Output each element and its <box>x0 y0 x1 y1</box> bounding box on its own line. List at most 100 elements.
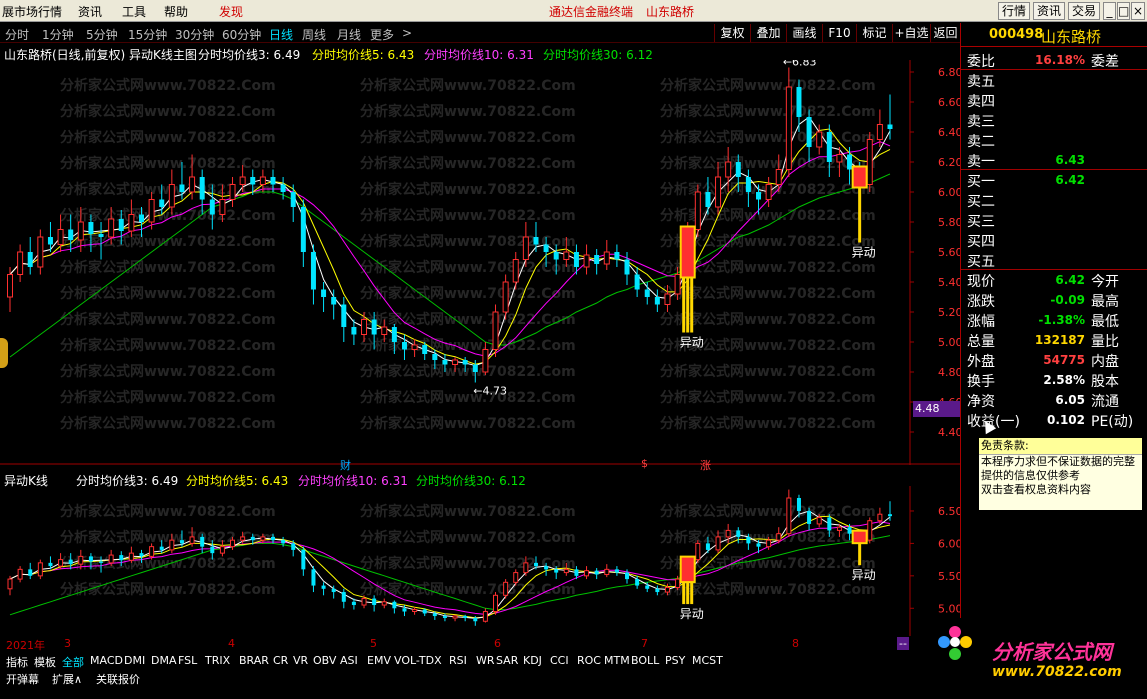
period-fenshi[interactable]: 分时 <box>5 26 29 43</box>
f10-button[interactable]: F10 <box>822 24 856 42</box>
maximize-button[interactable]: □ <box>1117 2 1130 20</box>
indicator-tab-trix[interactable]: TRIX <box>205 654 230 667</box>
expand-tab[interactable]: 扩展∧ <box>52 671 82 687</box>
candle-body <box>159 546 164 550</box>
chevron-right-icon[interactable]: > <box>402 26 412 40</box>
logo-text: 分析家公式网 <box>992 640 1112 664</box>
watermark-text: 分析家公式网www.70822.Com <box>360 503 576 520</box>
draw-line-button[interactable]: 画线 <box>786 24 822 42</box>
indicator-tab-macd[interactable]: MACD <box>90 654 123 667</box>
indicator-tab-mcst[interactable]: MCST <box>692 654 723 667</box>
indicator-tab-emv[interactable]: EMV <box>367 654 391 667</box>
mark-button[interactable]: 标记 <box>856 24 892 42</box>
candle-body <box>664 587 670 593</box>
indicator-tab-模板[interactable]: 模板 <box>34 654 56 670</box>
candle-body <box>270 536 275 541</box>
candle-body <box>775 169 782 185</box>
candle-body <box>37 236 44 268</box>
limit-up-flag[interactable]: 涨 <box>700 457 711 473</box>
period-weekly[interactable]: 周线 <box>302 26 326 43</box>
quote-row: 总量 132187 量比 <box>967 331 1145 350</box>
time-label: 7 <box>641 637 648 650</box>
main-kline-chart[interactable]: 分析家公式网www.70822.Com 分析家公式网www.70822.Com 分析… <box>0 60 960 465</box>
quote-value: -1.38% <box>1038 313 1085 327</box>
period-5min[interactable]: 5分钟 <box>86 26 118 43</box>
add-favorite-button[interactable]: +自选 <box>892 24 930 42</box>
period-daily[interactable]: 日线 <box>269 26 293 43</box>
candle-body <box>512 259 519 283</box>
menu-help[interactable]: 帮助 <box>164 3 188 20</box>
indicator-tab-boll[interactable]: BOLL <box>631 654 659 667</box>
indicator-tab-vr[interactable]: VR <box>293 654 308 667</box>
sub-kline-chart[interactable]: 分析家公式网www.70822.Com 分析家公式网www.70822.Com 分析… <box>0 486 960 636</box>
quote-value: 0.102 <box>1047 413 1085 427</box>
indicator-tab-dmi[interactable]: DMI <box>124 654 145 667</box>
indicator-tab-vol-tdx[interactable]: VOL-TDX <box>394 654 442 667</box>
indicator-tab-dma[interactable]: DMA <box>151 654 177 667</box>
indicator-tab-rsi[interactable]: RSI <box>449 654 467 667</box>
period-60min[interactable]: 60分钟 <box>222 26 261 43</box>
close-button[interactable]: × <box>1131 2 1145 20</box>
indicator-tab-指标[interactable]: 指标 <box>6 654 28 670</box>
related-quote-tab[interactable]: 关联报价 <box>96 671 140 687</box>
indicator-tab-sar[interactable]: SAR <box>496 654 518 667</box>
anomaly-label: 异动 <box>680 336 704 350</box>
indicator-tab-cci[interactable]: CCI <box>550 654 569 667</box>
candle-body <box>260 536 266 541</box>
indicator-tab-wr[interactable]: WR <box>476 654 495 667</box>
candle-body <box>331 588 336 593</box>
period-1min[interactable]: 1分钟 <box>42 26 74 43</box>
watermark-text: 分析家公式网www.70822.Com <box>360 363 576 380</box>
candle-body <box>27 252 33 267</box>
watermark-text: 分析家公式网www.70822.Com <box>660 363 876 380</box>
dividend-flag[interactable]: $ <box>641 457 648 470</box>
menu-news[interactable]: 资讯 <box>78 3 102 20</box>
indicator-tab-mtm[interactable]: MTM <box>604 654 630 667</box>
restore-rights-button[interactable]: 复权 <box>714 24 750 42</box>
quote-label-2: 股本 <box>1091 374 1119 390</box>
minimize-button[interactable]: _ <box>1103 2 1116 20</box>
indicator-tab-asi[interactable]: ASI <box>340 654 358 667</box>
trade-button[interactable]: 交易 <box>1068 2 1100 20</box>
watermark-text: 分析家公式网www.70822.Com <box>660 129 876 146</box>
candle-body <box>229 184 236 200</box>
market-button[interactable]: 行情 <box>998 2 1030 20</box>
candle-body <box>645 585 650 589</box>
scroll-marker[interactable]: -- <box>897 637 909 650</box>
candle-body <box>189 536 195 544</box>
finance-flag[interactable]: 财 <box>340 457 351 473</box>
indicator-tab-roc[interactable]: ROC <box>577 654 601 667</box>
period-more[interactable]: 更多 <box>370 26 394 43</box>
quote-row: 卖五 <box>967 71 1145 90</box>
indicator-tab-psy[interactable]: PSY <box>665 654 685 667</box>
candle-body <box>866 139 873 185</box>
candle-body <box>513 572 519 583</box>
indicator-tab-kdj[interactable]: KDJ <box>523 654 542 667</box>
indicator-tab-fsl[interactable]: FSL <box>178 654 197 667</box>
period-15min[interactable]: 15分钟 <box>128 26 167 43</box>
news-button[interactable]: 资讯 <box>1033 2 1065 20</box>
candle-body <box>139 553 144 557</box>
indicator-tab-cr[interactable]: CR <box>273 654 288 667</box>
quote-value: -0.09 <box>1050 293 1085 307</box>
menu-tools[interactable]: 工具 <box>122 3 146 20</box>
stock-title-link[interactable]: 山东路桥 <box>646 3 694 20</box>
watermark-text: 分析家公式网www.70822.Com <box>660 155 876 172</box>
indicator-tab-全部[interactable]: 全部 <box>62 654 84 670</box>
watermark-text: 分析家公式网www.70822.Com <box>660 77 876 94</box>
menu-market[interactable]: 展市场行情 <box>2 3 62 20</box>
overlay-button[interactable]: 叠加 <box>750 24 786 42</box>
bottom-tabs: 开弹幕 扩展∧ 关联报价 <box>0 670 910 686</box>
back-button[interactable]: 返回 <box>930 24 960 42</box>
expand-handle[interactable] <box>0 338 8 368</box>
menu-discover[interactable]: 发现 <box>219 3 243 20</box>
app-title-link[interactable]: 通达信金融终端 <box>549 3 633 20</box>
candle-body <box>776 533 782 541</box>
indicator-tab-obv[interactable]: OBV <box>313 654 336 667</box>
indicator-tab-brar[interactable]: BRAR <box>239 654 269 667</box>
bullet-comment-tab[interactable]: 开弹幕 <box>6 671 39 687</box>
candle-body <box>502 281 509 313</box>
period-30min[interactable]: 30分钟 <box>175 26 214 43</box>
candle-body <box>452 359 459 365</box>
period-monthly[interactable]: 月线 <box>337 26 361 43</box>
